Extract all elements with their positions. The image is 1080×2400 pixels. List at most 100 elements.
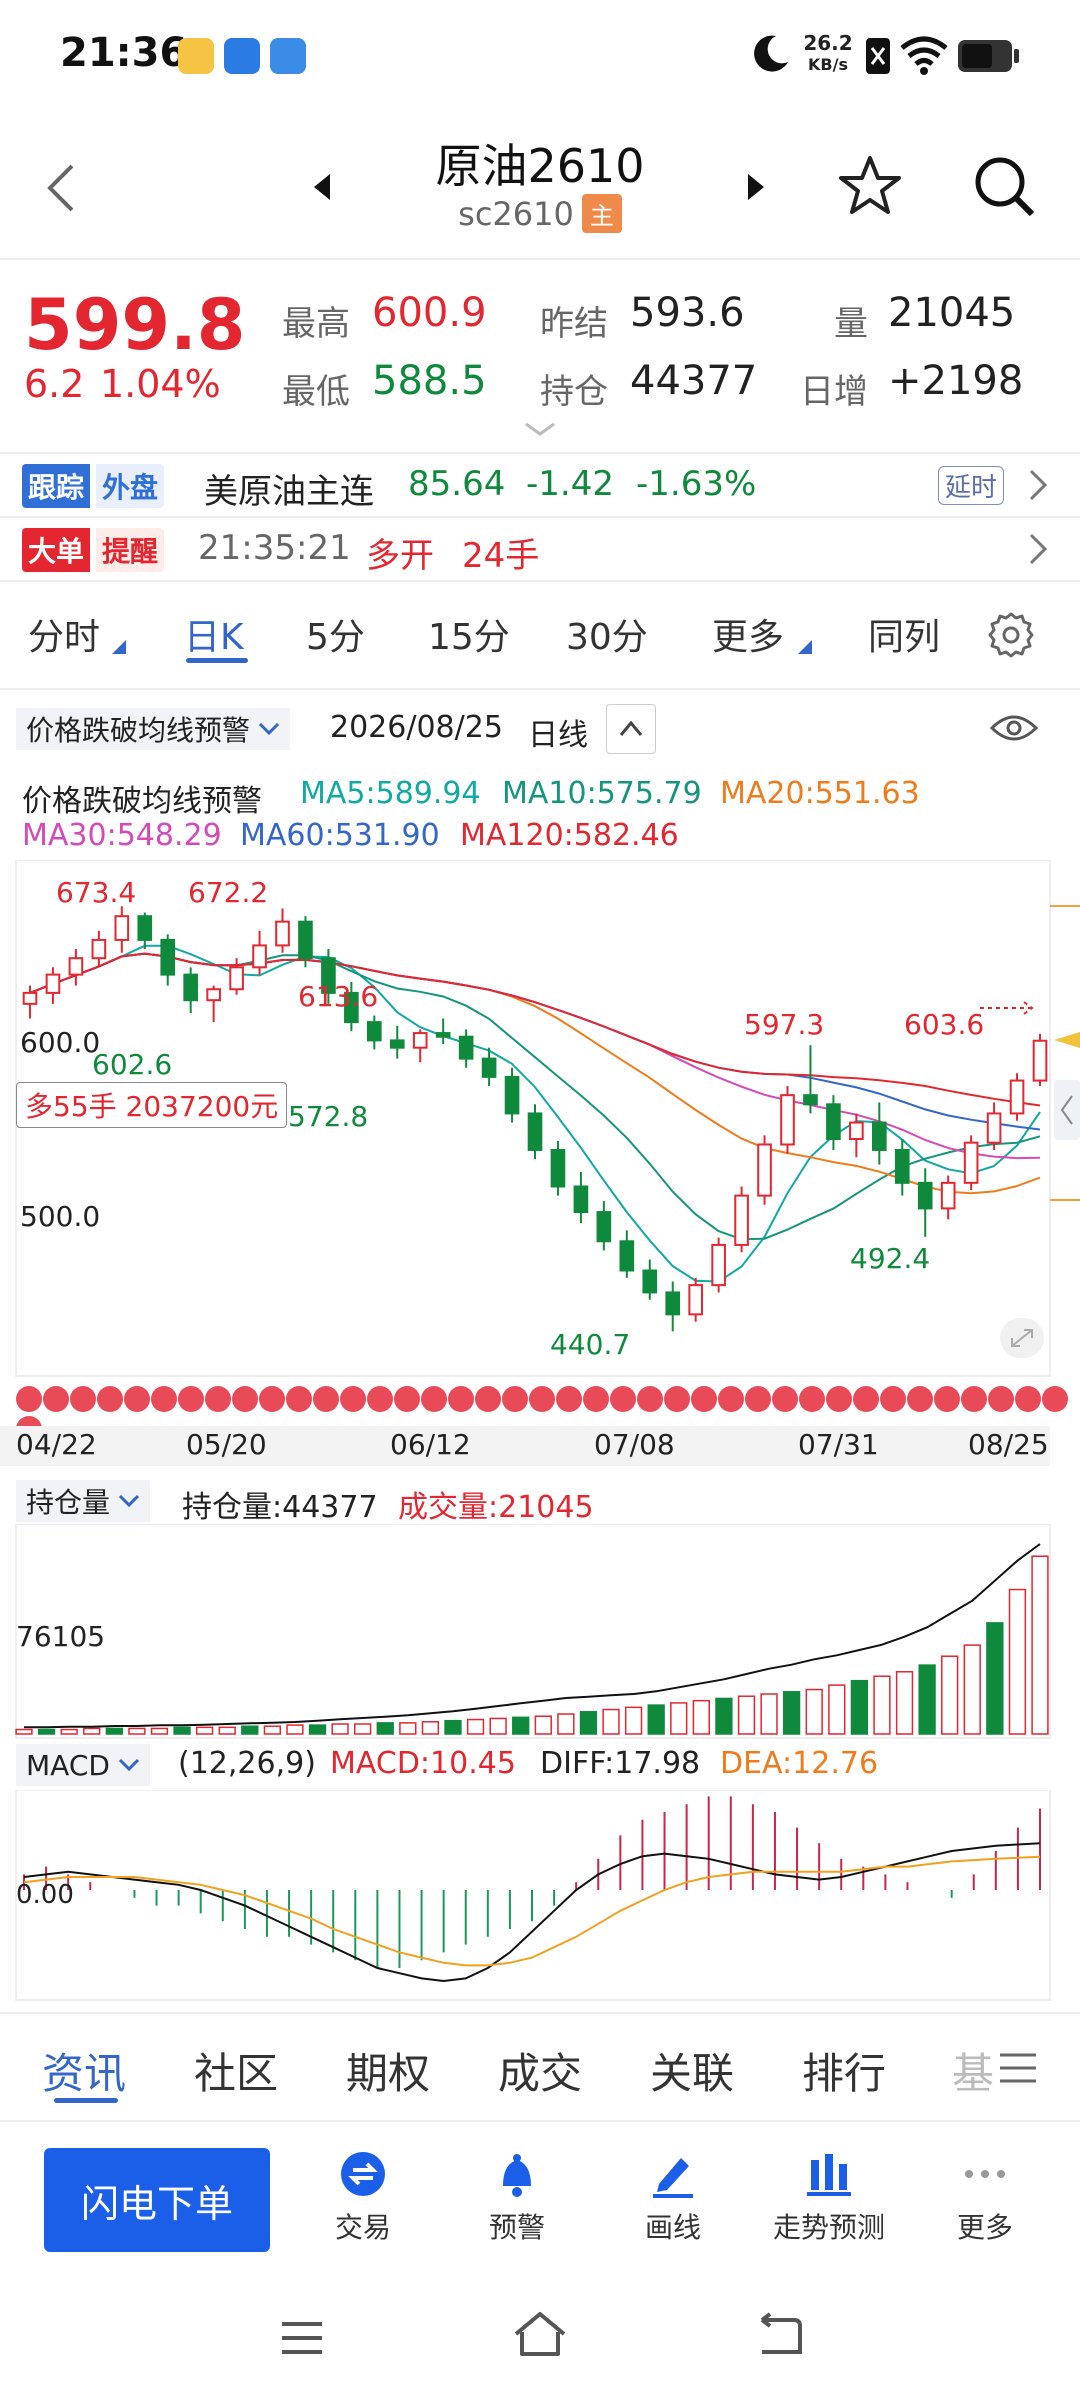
- candle-body: [527, 1112, 543, 1151]
- chevron-right-icon[interactable]: [1028, 468, 1048, 502]
- trade-button[interactable]: 交易: [288, 2150, 438, 2246]
- volume-value: 21045: [888, 290, 1016, 336]
- volume-bar: [918, 1664, 936, 1735]
- foreign-badge: 外盘: [96, 464, 165, 508]
- candle-body: [963, 1141, 979, 1184]
- foreign-market-row[interactable]: 跟踪 外盘 美原油主连 85.64 -1.42 -1.63% 延时: [0, 454, 1080, 516]
- volume-bar: [850, 1679, 869, 1735]
- volume-bar: [782, 1691, 801, 1735]
- home-icon[interactable]: [510, 2310, 570, 2358]
- candle-body: [160, 938, 176, 976]
- candle-body: [872, 1121, 887, 1151]
- label-high-672: 672.2: [188, 876, 269, 909]
- tab-same-column[interactable]: 同列: [868, 608, 940, 660]
- high-label: 最高: [282, 304, 350, 344]
- volume-bar: [579, 1711, 598, 1735]
- star-icon[interactable]: [838, 154, 902, 218]
- volume-bar: [376, 1722, 394, 1735]
- next-contract-icon[interactable]: [746, 172, 766, 202]
- subtab-options[interactable]: 期权: [346, 2040, 430, 2101]
- subtab-community[interactable]: 社区: [194, 2040, 278, 2101]
- candle-body: [1009, 1079, 1025, 1115]
- recent-apps-icon[interactable]: [278, 2318, 326, 2358]
- volume-bar: [421, 1721, 440, 1735]
- chevron-right-icon[interactable]: [1028, 532, 1048, 566]
- prev-settle-label: 昨结: [540, 304, 608, 344]
- ai-signal-icon: [97, 1386, 123, 1412]
- tab-30min[interactable]: 30分: [566, 608, 648, 660]
- back-icon[interactable]: [44, 162, 76, 214]
- tab-daily-k[interactable]: 日K: [184, 608, 244, 660]
- net-speed-value: 26.2: [803, 31, 853, 55]
- candle-body: [367, 1021, 382, 1042]
- candle-body: [298, 920, 313, 960]
- subtab-news[interactable]: 资讯: [42, 2040, 126, 2101]
- bell-icon: [493, 2150, 541, 2198]
- x-tick-0731: 07/31: [798, 1428, 879, 1461]
- status-time: 21:36: [60, 30, 188, 76]
- open-interest-chart[interactable]: [0, 1524, 1080, 1740]
- ai-signal-icon: [880, 1386, 906, 1412]
- baidu-app-icon: [224, 38, 260, 74]
- tab-15min[interactable]: 15分: [428, 608, 510, 660]
- forecast-button[interactable]: 走势预测: [754, 2150, 904, 2246]
- macd-chart[interactable]: [0, 1790, 1080, 2002]
- more-button[interactable]: 更多: [910, 2150, 1060, 2246]
- volume-bar: [105, 1727, 123, 1735]
- candle-body: [917, 1181, 933, 1210]
- flash-order-button[interactable]: 闪电下单: [44, 2148, 270, 2252]
- eye-icon[interactable]: [990, 712, 1038, 744]
- subtab-ranking[interactable]: 排行: [802, 2040, 886, 2101]
- subtab-basis[interactable]: 基: [952, 2040, 994, 2101]
- macd-select[interactable]: MACD: [16, 1744, 150, 1786]
- indicator-select-label: 价格跌破均线预警: [26, 714, 251, 747]
- x-tick-0825: 08/25: [968, 1428, 1049, 1461]
- pen-icon: [649, 2150, 697, 2198]
- volume-bar: [692, 1699, 710, 1735]
- big-order-row[interactable]: 大单 提醒 21:35:21 多开 24手: [0, 518, 1080, 580]
- indicator-select[interactable]: 价格跌破均线预警: [16, 708, 291, 750]
- track-badge: 跟踪: [22, 464, 91, 508]
- ai-signal-icon: [583, 1386, 609, 1412]
- gear-icon[interactable]: [988, 612, 1034, 658]
- candle-body: [550, 1148, 566, 1188]
- candle-body: [665, 1291, 681, 1316]
- volume-bar: [15, 1728, 33, 1735]
- search-icon[interactable]: [972, 154, 1036, 218]
- ai-signal-icon: [691, 1386, 717, 1412]
- back-nav-icon[interactable]: [752, 2312, 804, 2360]
- subtab-trades[interactable]: 成交: [498, 2040, 582, 2101]
- ma30-value: MA30:548.29: [22, 818, 222, 853]
- collapse-icon[interactable]: [606, 704, 656, 754]
- chevron-down-icon: [258, 722, 280, 736]
- expand-chevron-icon[interactable]: [522, 420, 558, 438]
- no-sim-icon: [864, 36, 892, 76]
- candle-body: [711, 1243, 726, 1287]
- tab-more[interactable]: 更多: [712, 608, 784, 660]
- prev-contract-icon[interactable]: [312, 172, 332, 202]
- candle-body: [826, 1103, 841, 1141]
- volume-bar: [873, 1675, 891, 1735]
- candle-body: [1032, 1039, 1048, 1082]
- volume-bar: [128, 1727, 146, 1735]
- oi-select[interactable]: 持仓量: [16, 1480, 151, 1522]
- volume-bar: [828, 1684, 846, 1735]
- tab-5min[interactable]: 5分: [306, 608, 365, 660]
- ai-signal-icon: [286, 1386, 312, 1412]
- ai-signal-icon: [340, 1386, 366, 1412]
- net-speed-unit: KB/s: [808, 55, 848, 74]
- draw-button[interactable]: 画线: [598, 2150, 748, 2246]
- candle-body: [91, 938, 107, 960]
- macd-value: MACD:10.45: [330, 1746, 516, 1781]
- candle-body: [137, 915, 153, 941]
- candle-body: [68, 957, 84, 976]
- position-box[interactable]: 多55手 2037200元: [16, 1082, 288, 1128]
- alert-button[interactable]: 预警: [442, 2150, 592, 2246]
- label-613: 613.6: [298, 980, 379, 1013]
- ai-signal-icon: [475, 1386, 501, 1412]
- subtab-related[interactable]: 关联: [650, 2040, 734, 2101]
- high-arrow-icon: [980, 1001, 1034, 1015]
- tab-intraday[interactable]: 分时: [28, 608, 100, 660]
- menu-icon[interactable]: [998, 2052, 1038, 2084]
- ai-signal-icon: [259, 1386, 285, 1412]
